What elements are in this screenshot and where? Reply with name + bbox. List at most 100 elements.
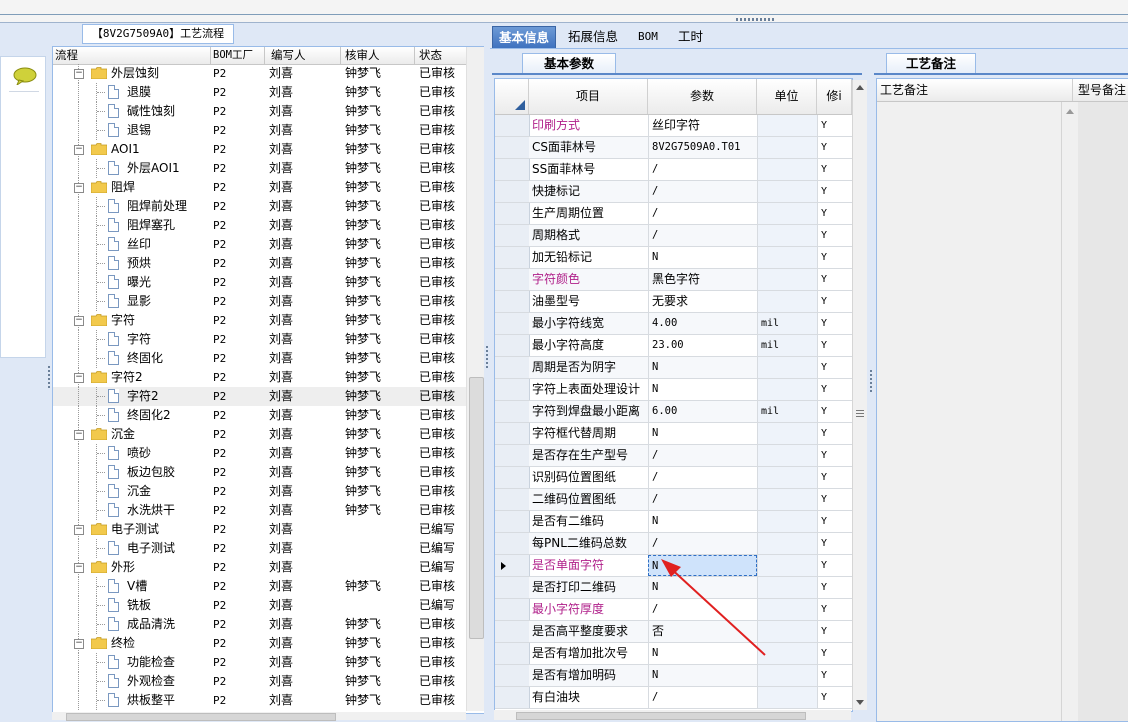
param-mod-cell[interactable]: Y	[817, 643, 852, 664]
param-value-cell[interactable]: /	[648, 181, 757, 202]
param-mod-cell[interactable]: Y	[817, 489, 852, 510]
tab-work-hours[interactable]: 工时	[672, 26, 709, 47]
tab-extended-info[interactable]: 拓展信息	[562, 26, 624, 47]
collapse-toggle-icon[interactable]: −	[74, 183, 84, 193]
param-mod-cell[interactable]: Y	[817, 533, 852, 554]
param-value-cell[interactable]: /	[648, 445, 757, 466]
param-row[interactable]: 周期是否为阴字 N Y	[495, 357, 852, 379]
param-mod-cell[interactable]: Y	[817, 115, 852, 136]
param-mod-cell[interactable]: Y	[817, 247, 852, 268]
tree-step-row[interactable]: 水洗烘干 P2 刘喜 钟梦飞 已审核	[53, 501, 467, 520]
param-row[interactable]: 字符上表面处理设计 N Y	[495, 379, 852, 401]
col-status[interactable]: 状态	[415, 47, 467, 64]
tree-step-row[interactable]: 阻焊前处理 P2 刘喜 钟梦飞 已审核	[53, 197, 467, 216]
row-header[interactable]	[495, 313, 530, 334]
param-value-cell[interactable]: N	[648, 357, 757, 378]
param-mod-cell[interactable]: Y	[817, 621, 852, 642]
row-header[interactable]	[495, 533, 530, 554]
row-header[interactable]	[495, 291, 530, 312]
tab-bom[interactable]: BOM	[632, 26, 664, 47]
col-model-note[interactable]: 型号备注	[1075, 79, 1128, 101]
row-header[interactable]	[495, 357, 530, 378]
param-mod-cell[interactable]: Y	[817, 555, 852, 576]
param-mod-cell[interactable]: Y	[817, 137, 852, 158]
param-row[interactable]: 油墨型号 无要求 Y	[495, 291, 852, 313]
tree-step-row[interactable]: 终固化 P2 刘喜 钟梦飞 已审核	[53, 349, 467, 368]
param-mod-cell[interactable]: Y	[817, 665, 852, 686]
param-mod-cell[interactable]: Y	[817, 335, 852, 356]
tree-step-row[interactable]: 阻焊塞孔 P2 刘喜 钟梦飞 已审核	[53, 216, 467, 235]
param-row[interactable]: 有白油块 / Y	[495, 687, 852, 709]
tree-step-row[interactable]: 功能检查 P2 刘喜 钟梦飞 已审核	[53, 653, 467, 672]
col-auditor[interactable]: 核审人	[341, 47, 415, 64]
collapse-toggle-icon[interactable]: −	[74, 639, 84, 649]
tree-step-row[interactable]: 成品清洗 P2 刘喜 钟梦飞 已审核	[53, 615, 467, 634]
tree-group-row[interactable]: − AOI1 P2 刘喜 钟梦飞 已审核	[53, 140, 467, 159]
row-header[interactable]	[495, 247, 530, 268]
tree-step-row[interactable]: 铣板 P2 刘喜 已编写	[53, 596, 467, 615]
row-header[interactable]	[495, 379, 530, 400]
param-value-cell[interactable]: 8V2G7509A0.T01	[648, 137, 757, 158]
tree-step-row[interactable]: 碱性蚀刻 P2 刘喜 钟梦飞 已审核	[53, 102, 467, 121]
param-value-cell[interactable]: 4.00	[648, 313, 757, 334]
row-header[interactable]	[495, 401, 530, 422]
param-value-cell[interactable]: N	[648, 247, 757, 268]
param-row[interactable]: 是否有二维码 N Y	[495, 511, 852, 533]
param-value-cell[interactable]: /	[648, 203, 757, 224]
row-header[interactable]	[495, 225, 530, 246]
param-mod-cell[interactable]: Y	[817, 181, 852, 202]
param-row[interactable]: 是否存在生产型号 / Y	[495, 445, 852, 467]
param-row[interactable]: 字符颜色 黑色字符 Y	[495, 269, 852, 291]
tree-group-row[interactable]: − 电子测试 P2 刘喜 已编写	[53, 520, 467, 539]
param-mod-cell[interactable]: Y	[817, 291, 852, 312]
tree-step-row[interactable]: 外观检查 P2 刘喜 钟梦飞 已审核	[53, 672, 467, 691]
params-horizontal-scrollbar[interactable]	[494, 710, 851, 720]
row-header[interactable]	[495, 511, 530, 532]
collapse-toggle-icon[interactable]: −	[74, 145, 84, 155]
tree-group-row[interactable]: − 字符2 P2 刘喜 钟梦飞 已审核	[53, 368, 467, 387]
col-item[interactable]: 项目	[529, 79, 648, 114]
row-header[interactable]	[495, 159, 530, 180]
param-mod-cell[interactable]: Y	[817, 423, 852, 444]
tree-horizontal-scrollbar[interactable]	[52, 712, 466, 721]
param-value-cell[interactable]: /	[648, 467, 757, 488]
param-mod-cell[interactable]: Y	[817, 599, 852, 620]
tab-process-notes[interactable]: 工艺备注	[886, 53, 976, 74]
col-bom[interactable]: BOM工厂	[211, 47, 265, 64]
col-unit[interactable]: 单位	[757, 79, 817, 114]
param-row[interactable]: 最小字符高度 23.00 mil Y	[495, 335, 852, 357]
tree-group-row[interactable]: − 字符 P2 刘喜 钟梦飞 已审核	[53, 311, 467, 330]
tree-step-row[interactable]: 外层AOI1 P2 刘喜 钟梦飞 已审核	[53, 159, 467, 178]
col-writer[interactable]: 编写人	[265, 47, 341, 64]
tree-step-row[interactable]: 喷砂 P2 刘喜 钟梦飞 已审核	[53, 444, 467, 463]
tree-step-row[interactable]: 沉金 P2 刘喜 钟梦飞 已审核	[53, 482, 467, 501]
tree-group-row[interactable]: − 终检 P2 刘喜 钟梦飞 已审核	[53, 634, 467, 653]
param-row[interactable]: CS面菲林号 8V2G7509A0.T01 Y	[495, 137, 852, 159]
param-mod-cell[interactable]: Y	[817, 467, 852, 488]
row-header[interactable]	[495, 203, 530, 224]
param-value-cell[interactable]: N	[648, 423, 757, 444]
param-row[interactable]: 最小字符线宽 4.00 mil Y	[495, 313, 852, 335]
tree-group-row[interactable]: − 外层蚀刻 P2 刘喜 钟梦飞 已审核	[53, 64, 467, 83]
tree-step-row[interactable]: 烘板整平 P2 刘喜 钟梦飞 已审核	[53, 691, 467, 710]
param-value-cell[interactable]: /	[648, 533, 757, 554]
param-row[interactable]: 识别码位置图纸 / Y	[495, 467, 852, 489]
param-row[interactable]: 二维码位置图纸 / Y	[495, 489, 852, 511]
tree-vertical-scrollbar[interactable]	[466, 47, 484, 711]
param-mod-cell[interactable]: Y	[817, 269, 852, 290]
param-row[interactable]: 印刷方式 丝印字符 Y	[495, 115, 852, 137]
param-value-cell[interactable]: N	[648, 665, 757, 686]
tab-basic-info[interactable]: 基本信息	[492, 26, 557, 48]
row-header[interactable]	[495, 269, 530, 290]
param-value-cell[interactable]: N	[648, 379, 757, 400]
tree-step-row[interactable]: 预烘 P2 刘喜 钟梦飞 已审核	[53, 254, 467, 273]
col-flow[interactable]: 流程	[53, 47, 211, 64]
param-value-cell[interactable]: N	[648, 511, 757, 532]
param-value-cell[interactable]: /	[648, 687, 757, 708]
tree-step-row[interactable]: 字符 P2 刘喜 钟梦飞 已审核	[53, 330, 467, 349]
param-mod-cell[interactable]: Y	[817, 225, 852, 246]
param-row[interactable]: 每PNL二维码总数 / Y	[495, 533, 852, 555]
param-row[interactable]: 字符到焊盘最小距离 6.00 mil Y	[495, 401, 852, 423]
row-header[interactable]	[495, 621, 530, 642]
param-mod-cell[interactable]: Y	[817, 445, 852, 466]
